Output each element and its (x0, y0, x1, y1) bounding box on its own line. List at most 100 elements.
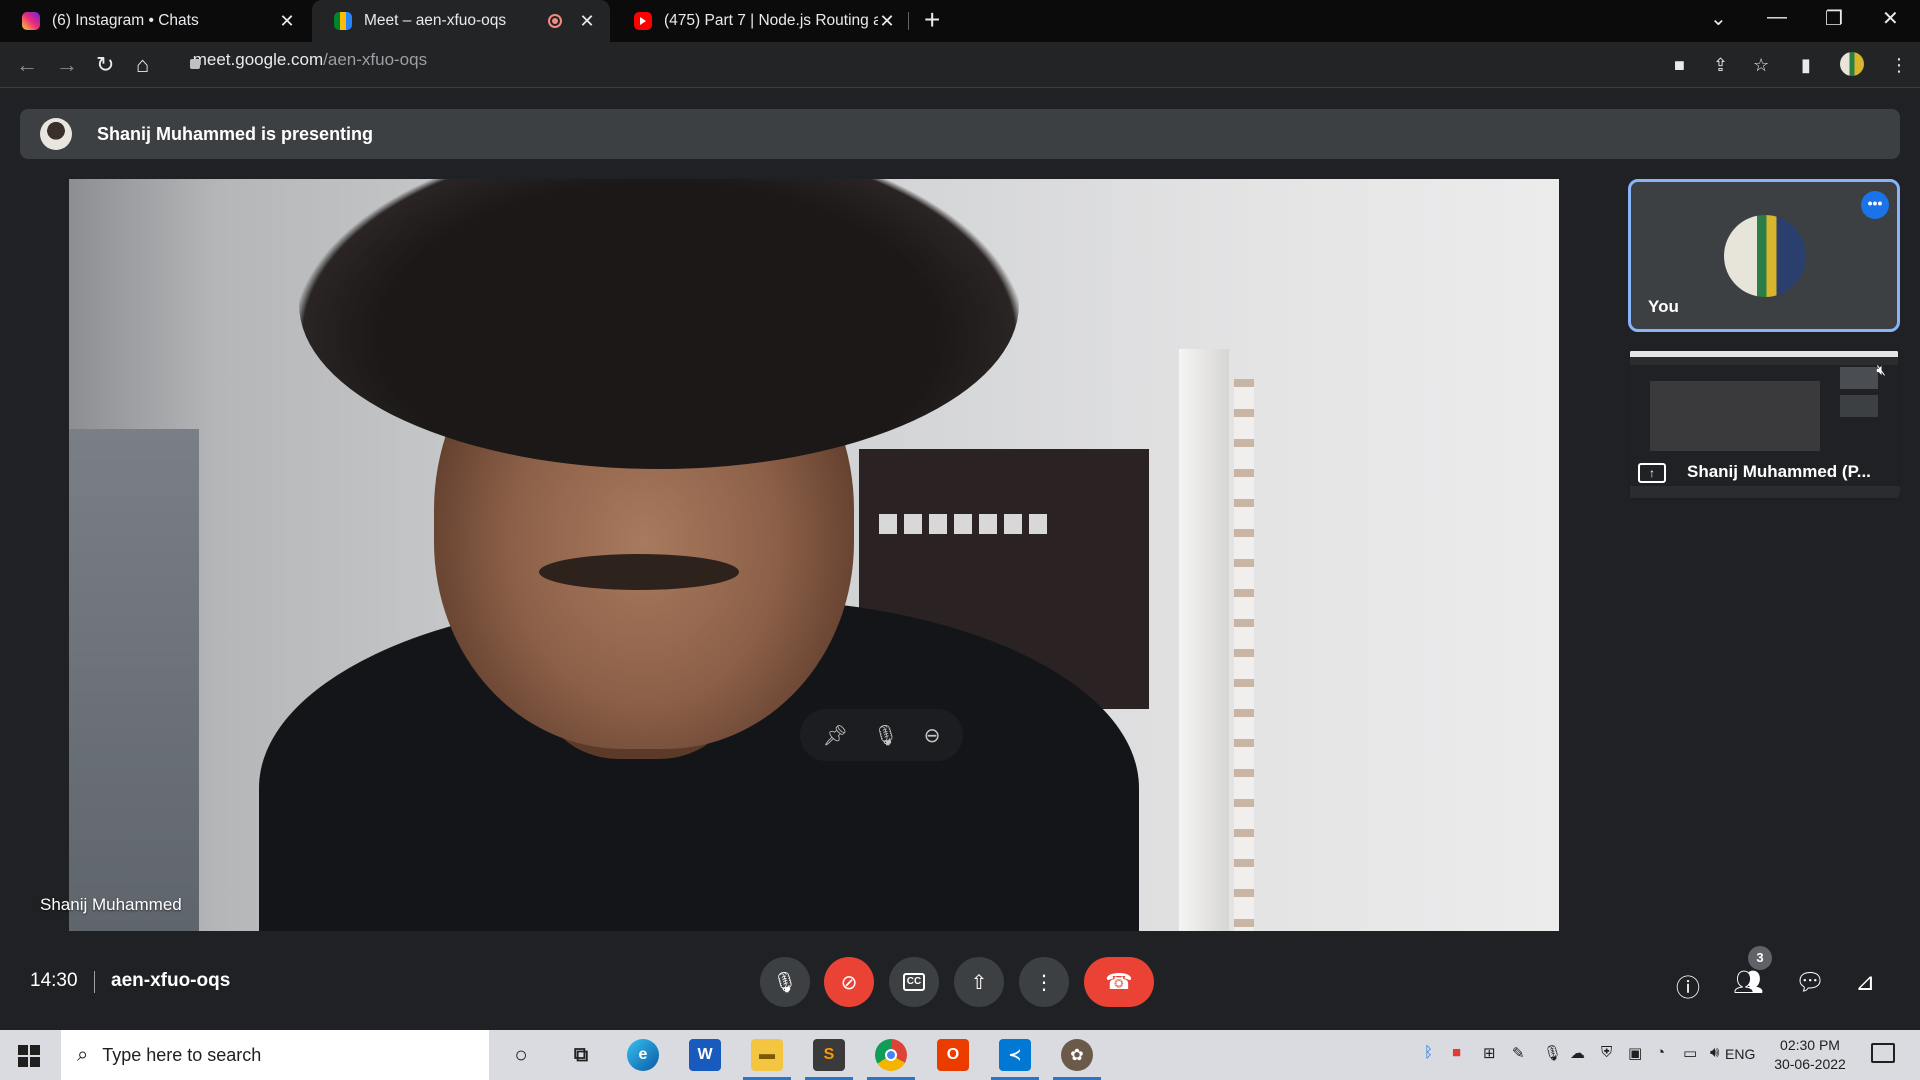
taskbar-date: 30-06-2022 (1774, 1056, 1846, 1072)
meet-controls-bar: 14:30 aen-xfuo-oqs 🎙︎ ⊘ CC ⇧ ⋮ ☎︎ ⓘ 👥︎ 3… (0, 946, 1920, 1030)
windows-start-icon[interactable] (18, 1045, 40, 1067)
self-avatar (1724, 215, 1806, 297)
word-icon[interactable]: W (689, 1039, 721, 1071)
vscode-icon[interactable]: ≺ (991, 1039, 1039, 1080)
screen-share-tile[interactable]: 🔇︎ ↑ Shanij Muhammed (P... (1628, 348, 1900, 501)
person-hair (299, 179, 1019, 469)
restore-button[interactable]: ❐ (1825, 6, 1843, 31)
close-tab-icon[interactable]: ✕ (878, 11, 896, 32)
app-icon[interactable]: ✿ (1053, 1039, 1101, 1080)
back-icon[interactable]: ← (16, 52, 38, 78)
search-icon: ⌕ (77, 1043, 89, 1066)
remove-icon[interactable]: ⊖ (924, 723, 941, 748)
preview-taskbar (1630, 486, 1900, 498)
youtube-icon (634, 12, 652, 30)
more-options-icon[interactable]: ••• (1861, 191, 1889, 219)
google-meet-icon (334, 12, 352, 30)
language-indicator[interactable]: ENG (1725, 1046, 1755, 1062)
main-video-feed[interactable]: 📌︎ 🎙︎ ⊖ (69, 179, 1559, 931)
tab-youtube[interactable]: (475) Part 7 | Node.js Routing and ✕ (612, 0, 910, 42)
file-explorer-icon[interactable]: ▬ (743, 1039, 791, 1080)
lock-icon[interactable] (190, 59, 200, 69)
bookmark-star-icon[interactable]: ☆ (1753, 55, 1769, 76)
tab-meet[interactable]: Meet – aen-xfuo-oqs ✕ (312, 0, 610, 42)
people-icon[interactable]: 👥︎ (1733, 968, 1763, 997)
captions-button[interactable]: CC (889, 957, 939, 1007)
security-icon[interactable]: ⛨ (1601, 1044, 1612, 1061)
recorder-tray-icon[interactable]: ■ (1452, 1044, 1461, 1061)
present-screen-icon: ⇧ (970, 971, 988, 994)
url-host: meet.google.com (192, 50, 324, 69)
taskbar-time: 02:30 PM (1780, 1037, 1840, 1053)
onedrive-icon[interactable]: ☁︎ (1570, 1044, 1585, 1062)
self-view-tile[interactable]: ••• You (1628, 179, 1900, 332)
notifications-icon[interactable] (1871, 1043, 1895, 1063)
more-options-button[interactable]: ⋮ (1019, 957, 1069, 1007)
tray-app-icon[interactable]: ▣ (1628, 1044, 1642, 1062)
address-bar[interactable]: meet.google.com/aen-xfuo-oqs (178, 50, 427, 70)
camera-off-button[interactable]: ⊘ (824, 957, 874, 1007)
browser-toolbar: ← → ↻ ⌂ meet.google.com/aen-xfuo-oqs (0, 42, 1920, 88)
menu-kebab-icon[interactable]: ⋮ (1890, 55, 1908, 76)
taskbar-clock[interactable]: 02:30 PM 30-06-2022 (1765, 1036, 1855, 1074)
mic-icon[interactable]: 🎙︎ (873, 723, 898, 748)
profile-avatar[interactable] (1840, 52, 1864, 76)
background-door-edge (1234, 379, 1254, 931)
close-window-button[interactable]: ✕ (1882, 6, 1899, 31)
edge-icon[interactable]: e (627, 1039, 659, 1071)
preview-video-area (1650, 381, 1820, 451)
minimize-button[interactable]: — (1767, 6, 1787, 29)
leave-call-button[interactable]: ☎︎ (1084, 957, 1154, 1007)
new-tab-button[interactable]: + (924, 4, 940, 36)
close-tab-icon[interactable]: ✕ (278, 11, 296, 32)
close-tab-icon[interactable]: ✕ (578, 11, 596, 32)
camera-off-icon: ⊘ (840, 971, 858, 994)
office-icon[interactable]: O (937, 1039, 969, 1071)
search-placeholder: Type here to search (102, 1044, 262, 1065)
cortana-icon[interactable]: ○ (505, 1039, 537, 1071)
sublime-text-icon[interactable]: S (805, 1039, 853, 1080)
presenting-text: Shanij Muhammed is presenting (97, 123, 374, 144)
microphone-button[interactable]: 🎙︎ (760, 957, 810, 1007)
hang-up-icon: ☎︎ (1105, 969, 1133, 994)
present-now-button[interactable]: ⇧ (954, 957, 1004, 1007)
captions-icon: CC (902, 973, 926, 991)
microphone-tray-icon[interactable]: 🎙︎ (1543, 1044, 1562, 1062)
share-icon[interactable]: ⇪ (1713, 55, 1728, 76)
tab-instagram[interactable]: (6) Instagram • Chats ✕ (0, 0, 310, 42)
meeting-details-icon[interactable]: ⓘ (1676, 968, 1700, 1003)
present-screen-icon: ↑ (1638, 463, 1666, 483)
taskbar-search-box[interactable]: ⌕ Type here to search (61, 1030, 489, 1080)
tray-app-icon[interactable]: ⊞ (1483, 1044, 1496, 1062)
bluetooth-icon[interactable]: ᛒ (1424, 1044, 1433, 1061)
preview-tile (1840, 395, 1878, 417)
tab-separator (908, 12, 909, 30)
chat-icon[interactable]: 💬︎ (1795, 968, 1825, 997)
task-view-icon[interactable]: ⧉ (565, 1039, 597, 1071)
tab-search-icon[interactable]: ⌄ (1710, 6, 1727, 31)
side-panel-icon[interactable]: ▮ (1801, 55, 1811, 76)
person-mustache (539, 554, 739, 590)
camera-in-use-icon[interactable]: ■ (1674, 55, 1685, 76)
share-tile-label: Shanij Muhammed (P... (1687, 462, 1871, 481)
chrome-center (885, 1049, 897, 1061)
self-tile-label: You (1648, 297, 1679, 316)
activities-icon[interactable]: ⊿ (1855, 968, 1875, 997)
forward-icon[interactable]: → (56, 52, 78, 78)
background-wall (69, 429, 199, 931)
battery-icon[interactable]: ▭ (1683, 1044, 1697, 1062)
participant-name-label: Shanij Muhammed (40, 895, 182, 914)
tray-app-icon[interactable]: ✎ (1512, 1044, 1525, 1062)
pin-icon[interactable]: 📌︎ (823, 723, 848, 748)
windows-taskbar: ⌕ Type here to search ○ ⧉ e W ▬ S O ≺ ✿ … (0, 1030, 1920, 1080)
window-slats (879, 514, 1049, 534)
reload-icon[interactable]: ↻ (96, 52, 114, 78)
home-icon[interactable]: ⌂ (136, 52, 149, 78)
wifi-icon[interactable]: ◔ (1656, 1044, 1665, 1061)
volume-icon[interactable]: 🔊︎ (1710, 1044, 1719, 1061)
chrome-icon[interactable] (867, 1039, 915, 1080)
video-hover-controls: 📌︎ 🎙︎ ⊖ (800, 709, 963, 761)
meeting-code: aen-xfuo-oqs (111, 970, 231, 991)
preview-tile (1840, 367, 1878, 389)
tab-title: Meet – aen-xfuo-oqs (364, 12, 507, 29)
